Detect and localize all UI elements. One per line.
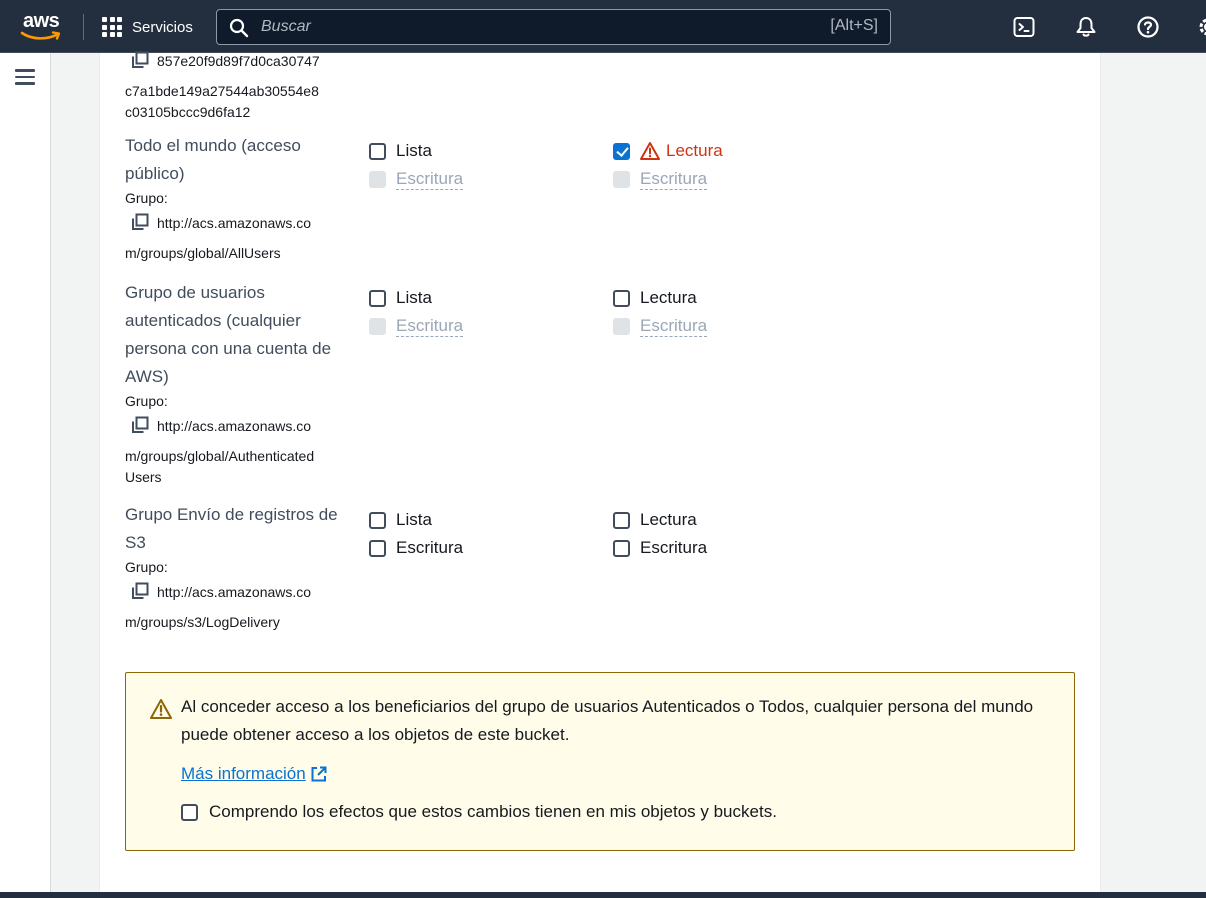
group-url: m/groups/s3/LogDelivery	[125, 614, 280, 630]
checkbox-label: Escritura	[396, 168, 464, 190]
checkbox[interactable]	[613, 539, 630, 557]
acknowledge-checkbox[interactable]: Comprendo los efectos que estos cambios …	[181, 802, 777, 822]
checkbox-label: Lista	[396, 288, 432, 307]
group-url-copy-row: http://acs.amazonaws.co	[125, 411, 350, 441]
nav-divider	[83, 14, 84, 40]
everyone-acl-read-checkbox[interactable]: Lectura	[613, 137, 723, 165]
grantee-name: Grupo de usuarios	[125, 283, 265, 302]
grantee-authenticated-users: Grupo de usuarios autenticados (cualquie…	[125, 279, 350, 484]
group-url: http://acs.amazonaws.co	[157, 418, 312, 434]
grantee-s3-log-delivery: Grupo Envío de registros de S3 Grupo: ht…	[125, 501, 350, 637]
services-label: Servicios	[132, 18, 193, 36]
checkbox[interactable]	[613, 511, 630, 529]
logdelivery-objects-list-checkbox[interactable]: Lista	[369, 506, 432, 534]
checkbox	[369, 317, 386, 335]
aws-smile-icon	[20, 31, 61, 40]
group-label: Grupo:	[125, 559, 168, 575]
alert-message: Al conceder acceso a los beneficiarios d…	[181, 697, 1034, 744]
hamburger-icon[interactable]	[15, 69, 35, 85]
checkbox[interactable]	[181, 803, 198, 821]
checkbox-label: Lectura	[640, 288, 697, 307]
search-input[interactable]	[261, 10, 821, 44]
checkbox[interactable]	[369, 142, 386, 160]
checkbox[interactable]	[369, 289, 386, 307]
checkbox	[369, 170, 386, 188]
checkbox	[613, 170, 630, 188]
cloudshell-icon[interactable]	[1012, 15, 1036, 39]
checkbox-label: Escritura	[640, 315, 708, 337]
canonical-id-line: 857e20f9d89f7d0ca30747	[157, 53, 320, 69]
copy-icon[interactable]	[131, 416, 149, 434]
canonical-id-line: c7a1bde149a27544ab30554e8	[125, 83, 319, 99]
authenticated-objects-list-checkbox[interactable]: Lista	[369, 284, 432, 312]
checkbox-label: Escritura	[396, 538, 464, 557]
checkbox-label: Escritura	[396, 315, 464, 337]
bottom-bar	[0, 892, 1206, 898]
group-url-copy-row: http://acs.amazonaws.co	[125, 577, 350, 607]
checkbox-label: Escritura	[640, 538, 708, 557]
group-url: m/groups/global/Authenticated	[125, 448, 315, 464]
canonical-id-copy-row: 857e20f9d89f7d0ca30747	[125, 46, 350, 76]
logdelivery-acl-write-checkbox[interactable]: Escritura	[613, 534, 707, 562]
checkbox-label: Lista	[396, 510, 432, 529]
checkbox-label: Lectura	[666, 141, 723, 160]
grantee-name: Todo el mundo (acceso	[125, 136, 301, 155]
grantee-name: S3	[125, 533, 146, 552]
gear-icon[interactable]	[1196, 15, 1206, 39]
logdelivery-objects-write-checkbox[interactable]: Escritura	[369, 534, 463, 562]
grantee-name: público)	[125, 164, 185, 183]
grid-icon	[102, 17, 122, 37]
group-url: http://acs.amazonaws.co	[157, 215, 312, 231]
checkbox[interactable]	[369, 539, 386, 557]
group-url: http://acs.amazonaws.co	[157, 584, 312, 600]
canonical-id-line: c03105bccc9d6fa12	[125, 104, 251, 120]
group-label: Grupo:	[125, 393, 168, 409]
authenticated-acl-write-checkbox: Escritura	[613, 312, 708, 340]
authenticated-acl-read-checkbox[interactable]: Lectura	[613, 284, 697, 312]
warning-icon	[150, 699, 172, 719]
authenticated-objects-write-checkbox: Escritura	[369, 312, 464, 340]
grantee-name: Grupo Envío de registros de	[125, 505, 338, 524]
checkbox-label: Escritura	[640, 168, 708, 190]
everyone-acl-write-checkbox: Escritura	[613, 165, 708, 193]
learn-more-link[interactable]: Más información	[181, 761, 328, 787]
grantee-name: persona con una cuenta de	[125, 339, 332, 358]
checkbox[interactable]	[369, 511, 386, 529]
logdelivery-acl-read-checkbox[interactable]: Lectura	[613, 506, 697, 534]
group-url: m/groups/global/AllUsers	[125, 245, 281, 261]
group-url-copy-row: http://acs.amazonaws.co	[125, 208, 350, 238]
learn-more-link-label: Más información	[181, 764, 306, 783]
acknowledge-label: Comprendo los efectos que estos cambios …	[209, 802, 777, 821]
search-box[interactable]: [Alt+S]	[216, 9, 891, 45]
checkbox	[613, 317, 630, 335]
checkbox[interactable]	[613, 289, 630, 307]
grantee-everyone: Todo el mundo (acceso público) Grupo: ht…	[125, 132, 350, 268]
public-access-warning-alert: Al conceder acceso a los beneficiarios d…	[125, 672, 1075, 851]
help-icon[interactable]	[1136, 15, 1160, 39]
bell-icon[interactable]	[1074, 15, 1098, 39]
grantee-name: autenticados (cualquier	[125, 311, 301, 330]
services-menu-button[interactable]: Servicios	[102, 14, 193, 40]
checkbox[interactable]	[613, 142, 630, 160]
group-url: Users	[125, 469, 162, 485]
checkbox-label: Lista	[396, 141, 432, 160]
grantee-canonical-id: 857e20f9d89f7d0ca30747 c7a1bde149a27544a…	[125, 46, 350, 119]
search-icon	[229, 18, 249, 38]
group-label: Grupo:	[125, 190, 168, 206]
copy-icon[interactable]	[131, 213, 149, 231]
external-link-icon	[311, 766, 327, 782]
search-shortcut-hint: [Alt+S]	[830, 17, 878, 34]
copy-icon[interactable]	[131, 582, 149, 600]
everyone-objects-write-checkbox: Escritura	[369, 165, 464, 193]
side-navigation-rail	[0, 53, 51, 892]
everyone-objects-list-checkbox[interactable]: Lista	[369, 137, 432, 165]
checkbox-label: Lectura	[640, 510, 697, 529]
copy-icon[interactable]	[131, 51, 149, 69]
aws-logo[interactable]: aws	[20, 10, 66, 42]
warning-icon	[640, 142, 660, 160]
grantee-name: AWS)	[125, 367, 169, 386]
